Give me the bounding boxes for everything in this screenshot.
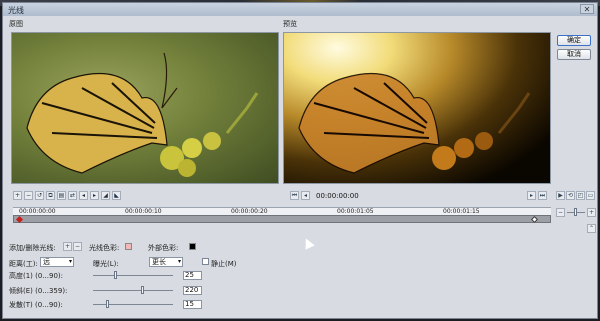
distance-select[interactable]: 远 ▾ (40, 257, 74, 267)
go-start-icon[interactable]: ⏮ (290, 191, 299, 200)
tilt-slider-thumb[interactable] (141, 286, 144, 294)
reverse-icon[interactable]: ⇄ (68, 191, 77, 200)
ruler-label: 00:00:01:15 (443, 208, 480, 215)
device-icon[interactable]: ▭ (586, 191, 595, 200)
light-color-swatch[interactable] (125, 243, 132, 250)
next-frame-icon[interactable]: ▸ (527, 191, 536, 200)
height-label: 高度(1) (0...90): (9, 272, 63, 280)
distance-label: 距离(工): (9, 260, 38, 268)
spread-slider-thumb[interactable] (106, 300, 109, 308)
lighting-dialog: 光线 ✕ 原图 预览 确定 取消 + − ↺ ⧉ ▤ ⇄ ◂ ▸ ◢ ◣ ⏮ ◂… (2, 2, 598, 319)
right-keyframe-icon[interactable]: ▸ (90, 191, 99, 200)
ruler-label: 00:00:00:00 (19, 208, 56, 215)
chevron-down-icon: ▾ (177, 258, 181, 265)
preview-image (283, 32, 551, 184)
exposure-select[interactable]: 更长 ▾ (149, 257, 183, 267)
remove-light-icon[interactable]: − (24, 191, 33, 200)
ruler-label: 00:00:00:10 (125, 208, 162, 215)
window-title: 光线 (8, 6, 24, 15)
height-slider[interactable] (93, 275, 173, 276)
preview-panel-label: 预览 (283, 20, 297, 28)
outer-color-swatch[interactable] (189, 243, 196, 250)
exposure-value: 更长 (152, 258, 166, 266)
keyframe-track[interactable] (13, 215, 551, 224)
tilt-value[interactable]: 220 (183, 286, 202, 295)
ease-in-icon[interactable]: ◢ (101, 191, 110, 200)
tilt-label: 倾斜(E) (0...359): (9, 287, 68, 295)
timecode-display: 00:00:00:00 (316, 192, 359, 200)
butterfly-preview-image (298, 72, 531, 174)
add-light-icon[interactable]: + (13, 191, 22, 200)
tilt-slider[interactable] (93, 290, 173, 291)
ease-out-icon[interactable]: ◣ (112, 191, 121, 200)
height-value[interactable]: 25 (183, 271, 202, 280)
ruler-label: 00:00:00:20 (231, 208, 268, 215)
zoom-in-icon[interactable]: + (587, 208, 596, 217)
height-slider-thumb[interactable] (114, 271, 117, 279)
distance-value: 远 (43, 258, 50, 266)
exposure-label: 曝光(L): (93, 260, 119, 268)
expand-icon[interactable]: ⌃ (587, 224, 596, 233)
prev-frame-icon[interactable]: ◂ (301, 191, 310, 200)
loop-icon[interactable]: ⟲ (566, 191, 575, 200)
light-color-label: 光线色彩: (89, 244, 120, 252)
still-label: 静止(M) (211, 260, 237, 268)
zoom-slider-thumb[interactable] (574, 208, 577, 216)
close-icon[interactable]: ✕ (580, 4, 594, 14)
end-keyframe-marker[interactable] (530, 215, 539, 224)
outer-color-label: 外部色彩: (148, 244, 179, 252)
still-checkbox[interactable] (202, 258, 209, 265)
spread-label: 发散(T) (0...90): (9, 301, 63, 309)
reset-icon[interactable]: ↺ (35, 191, 44, 200)
add-light-icon[interactable]: + (63, 242, 72, 251)
original-panel-label: 原图 (9, 20, 23, 28)
preview-mode-icon[interactable]: ◰ (576, 191, 585, 200)
remove-light-icon[interactable]: − (73, 242, 82, 251)
add-remove-light-label: 添加/删除光线: (9, 244, 56, 252)
cancel-button[interactable]: 取消 (557, 49, 591, 60)
left-keyframe-icon[interactable]: ◂ (79, 191, 88, 200)
chevron-down-icon: ▾ (68, 258, 72, 265)
spread-value[interactable]: 15 (183, 300, 202, 309)
start-keyframe-marker[interactable] (15, 215, 24, 224)
edit-toolbar: + − ↺ ⧉ ▤ ⇄ ◂ ▸ ◢ ◣ (13, 191, 121, 201)
go-end-icon[interactable]: ⏭ (538, 191, 547, 200)
ruler-label: 00:00:01:05 (337, 208, 374, 215)
spread-slider[interactable] (93, 304, 173, 305)
title-bar: 光线 ✕ (3, 3, 597, 16)
paste-icon[interactable]: ▤ (57, 191, 66, 200)
zoom-out-icon[interactable]: − (556, 208, 565, 217)
butterfly-image (26, 52, 259, 177)
ok-button[interactable]: 确定 (557, 35, 591, 46)
copy-icon[interactable]: ⧉ (46, 191, 55, 200)
original-image (11, 32, 279, 184)
play-icon[interactable]: ▶ (556, 191, 565, 200)
